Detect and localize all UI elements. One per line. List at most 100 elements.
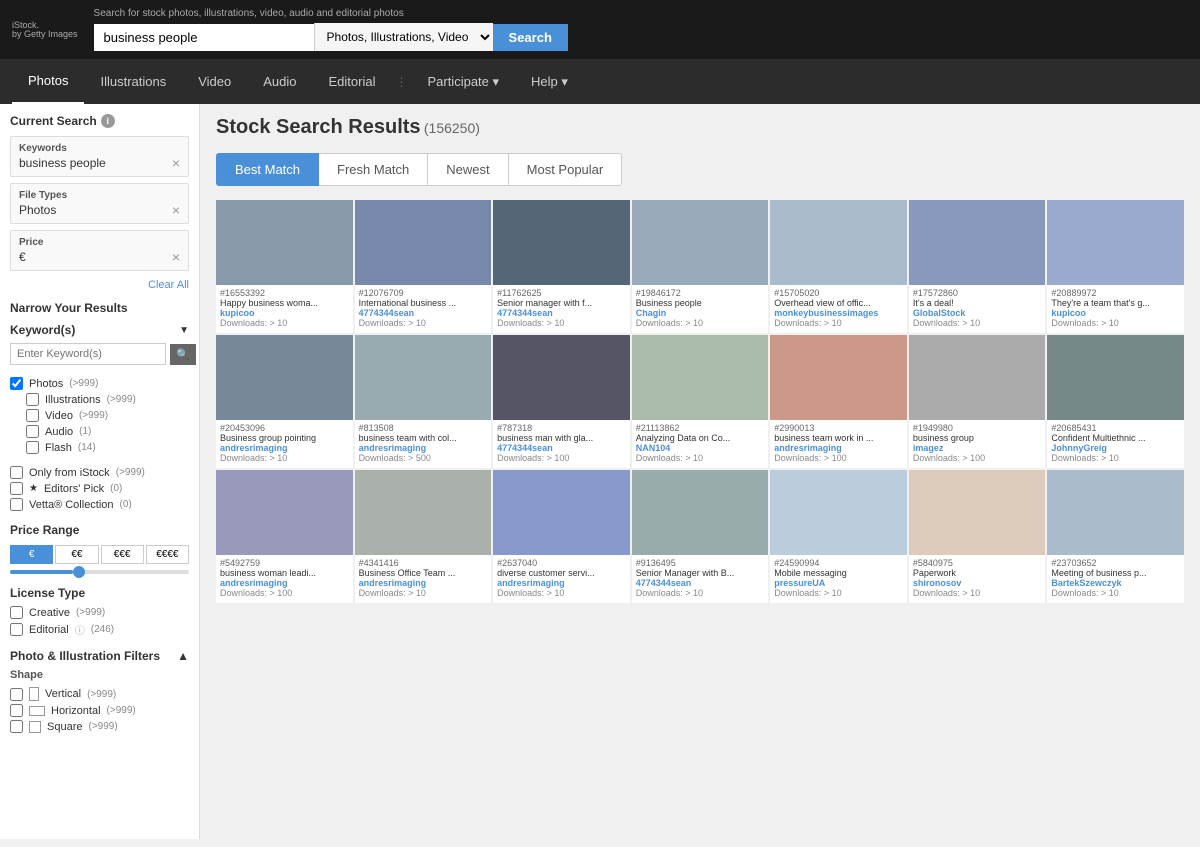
image-downloads: Downloads: > 10	[497, 588, 626, 598]
image-item[interactable]: #20685431 Confident Multiethnic ... John…	[1047, 335, 1184, 468]
shape-horizontal-icon	[29, 706, 45, 716]
filetype-illustrations-checkbox[interactable]	[26, 393, 39, 406]
image-item[interactable]: #2990013 business team work in ... andre…	[770, 335, 907, 468]
image-item[interactable]: #1949980 business group imagez Downloads…	[909, 335, 1046, 468]
nav-item-help[interactable]: Help ▾	[515, 60, 584, 104]
image-item[interactable]: #19846172 Business people Chagin Downloa…	[632, 200, 769, 333]
filetype-video-checkbox[interactable]	[26, 409, 39, 422]
info-icon[interactable]: i	[101, 114, 115, 128]
image-author[interactable]: 4774344sean	[359, 308, 488, 318]
image-item[interactable]: #12076709 International business ... 477…	[355, 200, 492, 333]
image-item[interactable]: #2637040 diverse customer servi... andre…	[493, 470, 630, 603]
keyword-search-button[interactable]: 🔍	[170, 344, 196, 365]
photo-filters-title[interactable]: Photo & Illustration Filters ▲	[10, 649, 189, 663]
image-author[interactable]: andresrimaging	[359, 578, 488, 588]
image-item[interactable]: #11762625 Senior manager with f... 47743…	[493, 200, 630, 333]
image-item[interactable]: #20889972 They're a team that's g... kup…	[1047, 200, 1184, 333]
image-desc: Meeting of business p...	[1051, 568, 1180, 578]
filetype-audio-item: Audio (1)	[10, 425, 189, 438]
image-item[interactable]: #9136495 Senior Manager with B... 477434…	[632, 470, 769, 603]
image-author[interactable]: 4774344sean	[497, 308, 626, 318]
keywords-remove-icon[interactable]: ×	[172, 156, 180, 170]
image-author[interactable]: andresrimaging	[774, 443, 903, 453]
editorial-info-icon[interactable]: ⓘ	[75, 622, 85, 637]
image-desc: They're a team that's g...	[1051, 298, 1180, 308]
filetype-photos-item: Photos (>999)	[10, 377, 189, 390]
image-item[interactable]: #813508 business team with col... andres…	[355, 335, 492, 468]
image-author[interactable]: andresrimaging	[497, 578, 626, 588]
image-author[interactable]: andresrimaging	[220, 443, 349, 453]
nav-item-editorial[interactable]: Editorial	[313, 60, 392, 103]
image-item[interactable]: #16553392 Happy business woma... kupicoo…	[216, 200, 353, 333]
search-type-select[interactable]: Photos, Illustrations, Video	[314, 23, 493, 51]
image-item[interactable]: #4341416 Business Office Team ... andres…	[355, 470, 492, 603]
license-editorial-checkbox[interactable]	[10, 623, 23, 636]
vetta-checkbox[interactable]	[10, 498, 23, 511]
image-downloads: Downloads: > 10	[1051, 318, 1180, 328]
filetype-photos-checkbox[interactable]	[10, 377, 23, 390]
shape-square-checkbox[interactable]	[10, 720, 23, 733]
clear-all-link[interactable]: Clear All	[148, 279, 189, 291]
file-types-remove-icon[interactable]: ×	[172, 203, 180, 217]
shape-vertical-checkbox[interactable]	[10, 688, 23, 701]
editors-pick-checkbox[interactable]	[10, 482, 23, 495]
image-author[interactable]: kupicoo	[220, 308, 349, 318]
image-item[interactable]: #5840975 Paperwork shironosov Downloads:…	[909, 470, 1046, 603]
license-editorial-item: Editorial ⓘ (246)	[10, 622, 189, 637]
search-button[interactable]: Search	[493, 24, 568, 51]
image-author[interactable]: NAN104	[636, 443, 765, 453]
sort-tab-fresh-match[interactable]: Fresh Match	[319, 153, 428, 186]
image-item[interactable]: #24590994 Mobile messaging pressureUA Do…	[770, 470, 907, 603]
price-btn-4euro[interactable]: €€€€	[146, 545, 189, 564]
image-author[interactable]: pressureUA	[774, 578, 903, 588]
price-btn-3euro[interactable]: €€€	[101, 545, 144, 564]
shape-vertical-label: Vertical	[45, 688, 81, 700]
image-author[interactable]: andresrimaging	[359, 443, 488, 453]
nav-item-illustrations[interactable]: Illustrations	[84, 60, 182, 103]
image-grid: #16553392 Happy business woma... kupicoo…	[216, 200, 1184, 603]
license-creative-checkbox[interactable]	[10, 606, 23, 619]
image-id: #24590994	[774, 558, 903, 568]
image-author[interactable]: 4774344sean	[497, 443, 626, 453]
keyword-input-row: 🔍	[10, 343, 189, 365]
search-input[interactable]	[94, 24, 314, 51]
image-item[interactable]: #15705020 Overhead view of offic... monk…	[770, 200, 907, 333]
shape-vertical-item: Vertical (>999)	[10, 687, 189, 701]
sort-tab-most-popular[interactable]: Most Popular	[509, 153, 623, 186]
price-remove-icon[interactable]: ×	[172, 250, 180, 264]
image-item[interactable]: #20453096 Business group pointing andres…	[216, 335, 353, 468]
image-author[interactable]: kupicoo	[1051, 308, 1180, 318]
image-item[interactable]: #21113862 Analyzing Data on Co... NAN104…	[632, 335, 769, 468]
nav-item-participate[interactable]: Participate ▾	[411, 60, 515, 104]
nav-item-photos[interactable]: Photos	[12, 59, 84, 104]
image-author[interactable]: 4774344sean	[636, 578, 765, 588]
keywords-filter-title[interactable]: Keyword(s) ▼	[10, 323, 189, 337]
nav-item-video[interactable]: Video	[182, 60, 247, 103]
price-btn-1euro[interactable]: €	[10, 545, 53, 564]
sort-tab-newest[interactable]: Newest	[428, 153, 508, 186]
price-slider[interactable]	[10, 570, 189, 574]
image-item[interactable]: #17572860 It's a deal! GlobalStock Downl…	[909, 200, 1046, 333]
filetype-audio-checkbox[interactable]	[26, 425, 39, 438]
image-author[interactable]: GlobalStock	[913, 308, 1042, 318]
image-desc: Senior manager with f...	[497, 298, 626, 308]
image-author[interactable]: monkeybusinessimages	[774, 308, 903, 318]
image-id: #17572860	[913, 288, 1042, 298]
price-slider-thumb[interactable]	[73, 566, 85, 578]
image-author[interactable]: Chagin	[636, 308, 765, 318]
image-author[interactable]: BartekSzewczyk	[1051, 578, 1180, 588]
image-author[interactable]: JohnnyGreig	[1051, 443, 1180, 453]
image-author[interactable]: shironosov	[913, 578, 1042, 588]
image-item[interactable]: #787318 business man with gla... 4774344…	[493, 335, 630, 468]
nav-item-audio[interactable]: Audio	[247, 60, 312, 103]
image-item[interactable]: #23703652 Meeting of business p... Barte…	[1047, 470, 1184, 603]
image-author[interactable]: andresrimaging	[220, 578, 349, 588]
filetype-flash-checkbox[interactable]	[26, 441, 39, 454]
keyword-input[interactable]	[10, 343, 166, 365]
shape-horizontal-checkbox[interactable]	[10, 704, 23, 717]
only-istock-checkbox[interactable]	[10, 466, 23, 479]
image-item[interactable]: #5492759 business woman leadi... andresr…	[216, 470, 353, 603]
image-author[interactable]: imagez	[913, 443, 1042, 453]
sort-tab-best-match[interactable]: Best Match	[216, 153, 319, 186]
price-btn-2euro[interactable]: €€	[55, 545, 98, 564]
